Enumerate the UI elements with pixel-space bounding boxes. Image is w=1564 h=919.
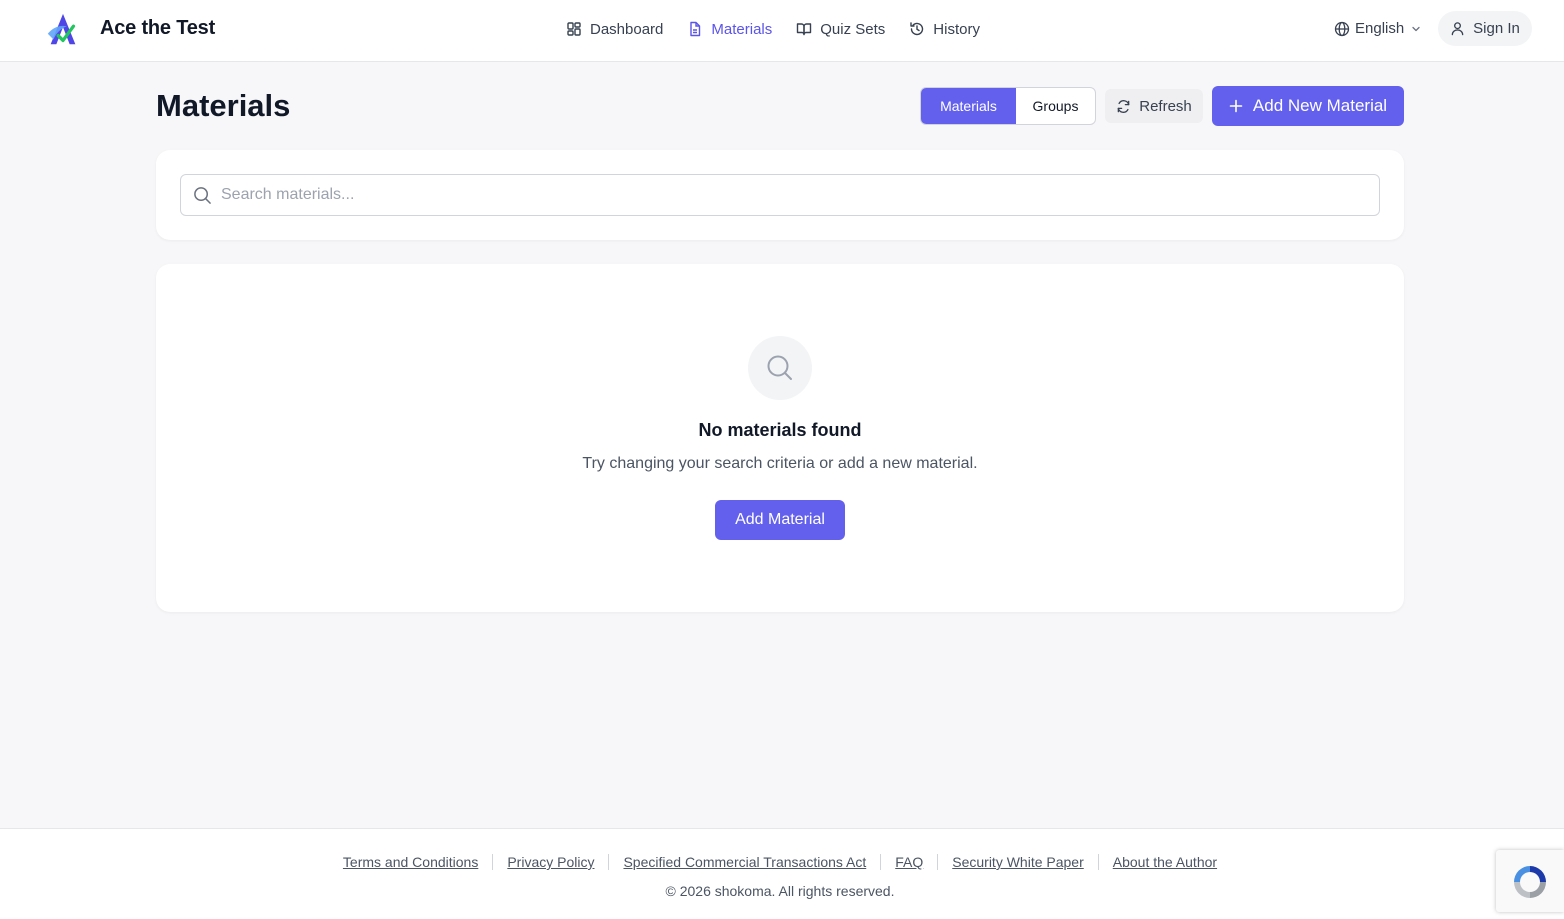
- footer-link-security-white-paper[interactable]: Security White Paper: [952, 854, 1084, 870]
- ace-logo-icon[interactable]: [44, 11, 82, 49]
- nav-history[interactable]: History: [909, 21, 980, 38]
- footer-links: Terms and Conditions Privacy Policy Spec…: [0, 854, 1560, 870]
- refresh-label: Refresh: [1139, 97, 1192, 115]
- nav-history-label: History: [933, 20, 980, 38]
- app-title[interactable]: Ace the Test: [100, 17, 215, 40]
- sign-in-button[interactable]: Sign In: [1438, 11, 1532, 46]
- nav-dashboard[interactable]: Dashboard: [566, 21, 663, 38]
- footer-link-terms[interactable]: Terms and Conditions: [343, 854, 478, 870]
- add-new-material-label: Add New Material: [1252, 96, 1388, 115]
- empty-state-title: No materials found: [698, 420, 862, 440]
- search-input[interactable]: [221, 175, 1371, 215]
- recaptcha-icon: [1514, 866, 1546, 898]
- search-icon: [194, 187, 211, 204]
- page-title: Materials: [156, 88, 291, 123]
- footer-divider: [1097, 854, 1099, 870]
- nav-materials[interactable]: Materials: [687, 21, 772, 38]
- refresh-button[interactable]: Refresh: [1105, 89, 1203, 123]
- main-nav: Dashboard Materials Quiz Sets History: [566, 0, 980, 58]
- footer-divider: [880, 854, 882, 870]
- nav-quiz-sets[interactable]: Quiz Sets: [796, 21, 885, 38]
- top-header: Ace the Test Dashboard Materials Quiz Se…: [0, 0, 1564, 62]
- dashboard-icon: [567, 22, 581, 36]
- footer-divider: [492, 854, 494, 870]
- refresh-icon: [1117, 99, 1130, 113]
- plus-icon: [1229, 99, 1243, 113]
- book-icon: [797, 23, 812, 36]
- add-new-material-button[interactable]: Add New Material: [1212, 86, 1404, 126]
- search-card: [156, 150, 1404, 240]
- recaptcha-badge[interactable]: [1496, 850, 1564, 912]
- nav-quiz-sets-label: Quiz Sets: [820, 20, 886, 38]
- empty-state-card: No materials found Try changing your sea…: [156, 264, 1404, 612]
- footer: Terms and Conditions Privacy Policy Spec…: [0, 828, 1564, 919]
- empty-state-subtitle: Try changing your search criteria or add…: [582, 455, 978, 472]
- chevron-down-icon: [1412, 26, 1420, 31]
- history-icon: [910, 22, 924, 36]
- footer-link-privacy[interactable]: Privacy Policy: [507, 854, 594, 870]
- globe-icon: [1334, 21, 1350, 36]
- view-toggle: Materials Groups: [920, 87, 1096, 125]
- search-box: [180, 174, 1380, 216]
- nav-materials-label: Materials: [711, 20, 773, 38]
- empty-state-icon-circle: [748, 336, 812, 400]
- nav-dashboard-label: Dashboard: [590, 20, 664, 38]
- language-label: English: [1355, 20, 1405, 37]
- toggle-materials-button[interactable]: Materials: [921, 88, 1016, 124]
- sign-in-label: Sign In: [1473, 20, 1520, 37]
- copyright-text: © 2026 shokoma. All rights reserved.: [665, 883, 895, 899]
- document-icon: [690, 21, 701, 37]
- user-icon: [1451, 22, 1464, 36]
- toggle-groups-button[interactable]: Groups: [1016, 88, 1095, 124]
- footer-link-about-author[interactable]: About the Author: [1113, 854, 1217, 870]
- language-selector[interactable]: English: [1334, 20, 1421, 37]
- search-icon: [767, 355, 792, 380]
- footer-link-commercial-transactions[interactable]: Specified Commercial Transactions Act: [623, 854, 866, 870]
- footer-divider: [608, 854, 610, 870]
- footer-divider: [937, 854, 939, 870]
- add-material-button[interactable]: Add Material: [715, 500, 845, 540]
- footer-link-faq[interactable]: FAQ: [895, 854, 923, 870]
